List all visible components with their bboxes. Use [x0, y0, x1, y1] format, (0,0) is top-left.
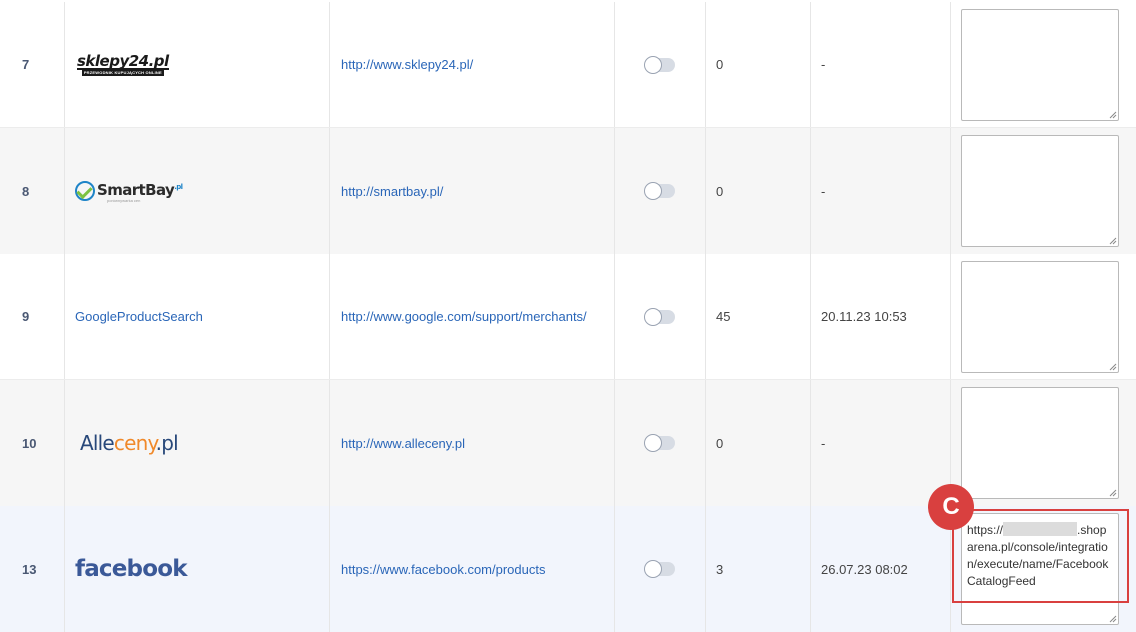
- table-row: 8 SmartBay.pl porównywarka cen http://sm…: [0, 128, 1136, 254]
- resize-grip-icon[interactable]: [1109, 615, 1117, 623]
- feed-url-textarea[interactable]: [961, 260, 1119, 373]
- resize-grip-icon[interactable]: [1109, 489, 1117, 497]
- product-count: 0: [706, 380, 811, 506]
- table-row: 7 sklepy24.pl PRZEWODNIK KUPUJĄCYCH ONLI…: [0, 2, 1136, 128]
- product-count: 0: [706, 2, 811, 127]
- product-count: 0: [706, 128, 811, 254]
- checkmark-icon: [75, 181, 95, 201]
- active-toggle[interactable]: [644, 55, 675, 74]
- feed-url-textarea[interactable]: [961, 8, 1119, 121]
- last-export-date: -: [811, 128, 951, 254]
- row-id: 8: [0, 128, 65, 254]
- feed-url-textarea[interactable]: [961, 387, 1119, 499]
- integration-url-link[interactable]: http://www.alleceny.pl: [341, 436, 465, 451]
- integration-url-link[interactable]: http://smartbay.pl/: [341, 184, 443, 199]
- resize-grip-icon[interactable]: [1109, 111, 1117, 119]
- last-export-date: 20.11.23 10:53: [811, 254, 951, 379]
- sklepy24-logo[interactable]: sklepy24.pl PRZEWODNIK KUPUJĄCYCH ONLINE: [75, 53, 171, 76]
- smartbay-logo[interactable]: SmartBay.pl porównywarka cen: [75, 180, 183, 203]
- active-toggle[interactable]: [644, 434, 675, 452]
- row-id: 7: [0, 2, 65, 127]
- row-id: 10: [0, 380, 65, 506]
- active-toggle[interactable]: [644, 182, 675, 200]
- last-export-date: 26.07.23 08:02: [811, 506, 951, 632]
- table-row: 13 facebook https://www.facebook.com/pro…: [0, 506, 1136, 632]
- integration-name-link[interactable]: GoogleProductSearch: [75, 309, 203, 324]
- resize-grip-icon[interactable]: [1109, 237, 1117, 245]
- resize-grip-icon[interactable]: [1109, 363, 1117, 371]
- integration-url-link[interactable]: https://www.facebook.com/products: [341, 562, 545, 577]
- feed-url-textarea[interactable]: [961, 135, 1119, 247]
- active-toggle[interactable]: [644, 560, 675, 578]
- table-row: 9 GoogleProductSearch http://www.google.…: [0, 254, 1136, 380]
- row-id: 13: [0, 506, 65, 632]
- active-toggle[interactable]: [644, 307, 675, 326]
- alleceny-logo[interactable]: Alleceny.pl: [75, 431, 179, 455]
- product-count: 45: [706, 254, 811, 379]
- integration-url-link[interactable]: http://www.google.com/support/merchants/: [341, 309, 587, 324]
- product-count: 3: [706, 506, 811, 632]
- redacted-block: [1003, 522, 1078, 536]
- feed-url-textarea[interactable]: https://.shoparena.pl/console/integratio…: [961, 513, 1119, 625]
- last-export-date: -: [811, 380, 951, 506]
- integration-url-link[interactable]: http://www.sklepy24.pl/: [341, 57, 473, 72]
- table-row: 10 Alleceny.pl http://www.alleceny.pl 0 …: [0, 380, 1136, 506]
- last-export-date: -: [811, 2, 951, 127]
- facebook-logo[interactable]: facebook: [75, 556, 188, 582]
- callout-marker: C: [928, 484, 974, 530]
- row-id: 9: [0, 254, 65, 379]
